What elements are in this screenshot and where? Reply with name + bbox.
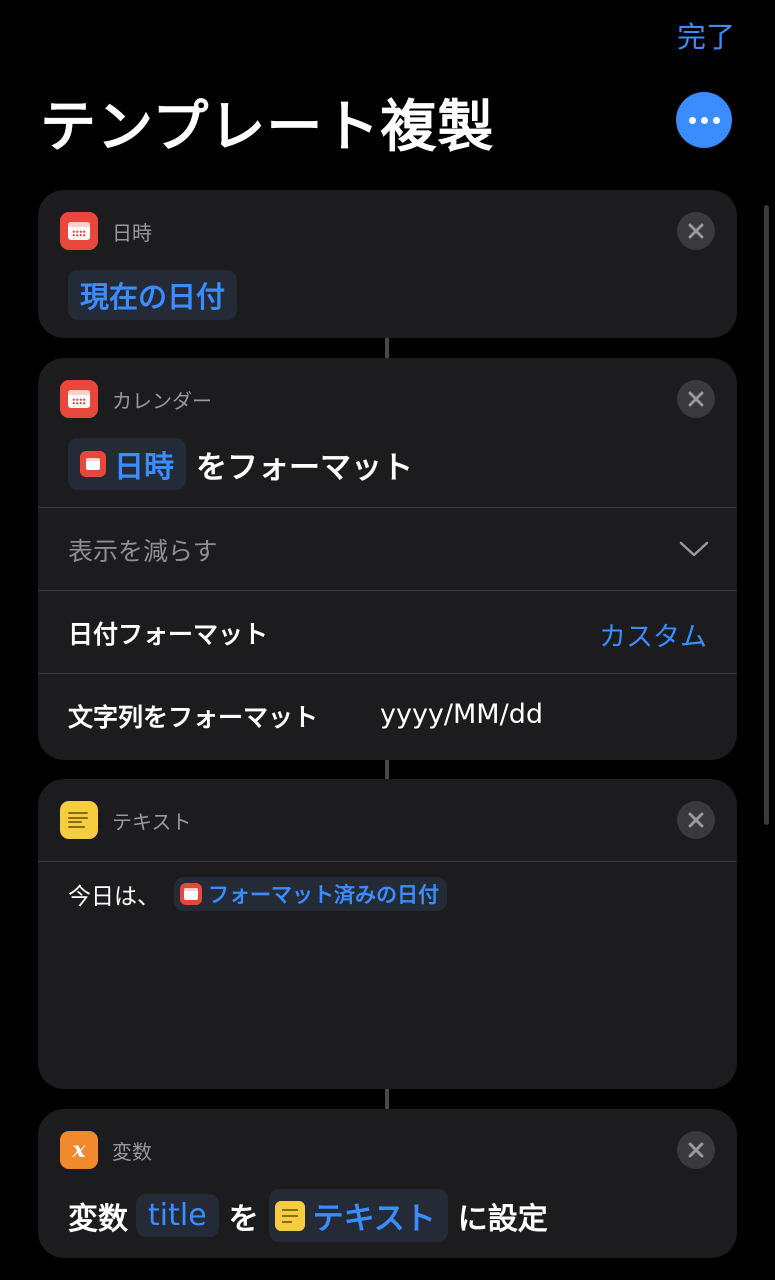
variable-icon: x [60,1131,98,1169]
action-header: テキスト [60,801,191,839]
calendar-icon [80,451,106,477]
show-less-toggle[interactable]: 表示を減らす [38,508,737,590]
action-card-text[interactable]: テキスト 今日は、 フォーマット済みの日付 [38,779,737,1089]
action-header: カレンダー [60,380,212,418]
action-card-current-date[interactable]: 日時 現在の日付 [38,190,737,338]
action-app-name: テキスト [112,809,192,834]
remove-action-button[interactable] [677,1131,715,1169]
action-parameters: 変数 title を テキスト に設定 [68,1189,548,1242]
calendar-icon [60,212,98,250]
text-icon [60,801,98,839]
close-icon [688,1142,704,1158]
flow-connector [385,759,389,781]
calendar-icon [60,380,98,418]
remove-action-button[interactable] [677,212,715,250]
action-card-set-variable[interactable]: x 変数 変数 title を テキスト に設定 [38,1109,737,1258]
close-icon [688,812,704,828]
more-options-button[interactable] [676,92,732,148]
remove-action-button[interactable] [677,801,715,839]
page-title: テンプレート複製 [40,95,495,160]
action-suffix: に設定 [457,1201,548,1237]
token-label: フォーマット済みの日付 [208,883,439,907]
close-icon [688,391,704,407]
variable-name-token[interactable]: title [136,1194,219,1237]
text-field[interactable]: 今日は、 フォーマット済みの日付 [68,877,447,911]
action-app-name: 日時 [112,220,152,245]
action-app-name: 変数 [112,1139,152,1164]
flow-connector [385,1088,389,1110]
remove-action-button[interactable] [677,380,715,418]
ellipsis-icon [688,116,696,124]
text-variable-token[interactable]: テキスト [268,1189,448,1242]
action-parameters: 現在の日付 [68,270,238,320]
chevron-down-icon [679,541,709,557]
formatted-date-token[interactable]: フォーマット済みの日付 [174,877,447,911]
close-icon [688,223,704,239]
format-string-row[interactable]: 文字列をフォーマット yyyy/MM/dd [38,674,737,760]
token-label: テキスト [312,1201,436,1237]
date-format-row[interactable]: 日付フォーマット カスタム [38,591,737,673]
action-card-format-date[interactable]: カレンダー 日時 をフォーマット 表示を減らす 日付フォーマット カスタム 文字… [38,358,737,760]
done-button[interactable]: 完了 [677,14,735,56]
text-content: 今日は、 [68,884,160,910]
text-icon [274,1200,305,1231]
calendar-icon [180,883,202,905]
scrollbar[interactable] [764,205,769,825]
action-verb: をフォーマット [196,449,413,486]
date-format-label: 日付フォーマット [68,620,269,649]
action-app-name: カレンダー [112,388,212,413]
show-less-label: 表示を減らす [68,537,218,566]
action-lead: 変数 [68,1201,128,1237]
token-label: 日時 [114,450,174,485]
date-format-value[interactable]: カスタム [599,615,707,654]
divider [38,861,737,862]
action-parameters: 日時 をフォーマット [68,438,413,490]
format-string-input[interactable]: yyyy/MM/dd [380,699,543,730]
format-string-label: 文字列をフォーマット [68,703,319,732]
action-header: x 変数 [60,1131,152,1169]
action-header: 日時 [60,212,152,250]
action-particle: を [228,1201,259,1237]
current-date-token[interactable]: 現在の日付 [68,270,238,320]
date-variable-token[interactable]: 日時 [68,438,186,490]
flow-connector [385,338,389,360]
